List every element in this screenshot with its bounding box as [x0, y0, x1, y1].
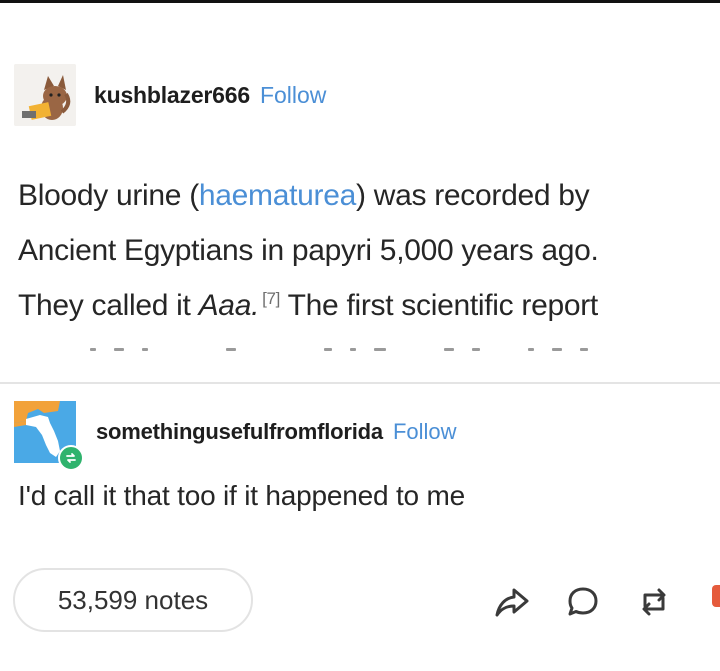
post-body: Bloody urine (haematurea) was recorded b…	[18, 168, 708, 333]
post-line-1: Bloody urine (haematurea) was recorded b…	[18, 179, 590, 212]
citation-link[interactable]: [7]	[262, 289, 280, 308]
reply-header: somethingusefulfromflorida Follow	[14, 400, 457, 471]
truncated-text-line	[18, 348, 708, 356]
reblog-badge-icon	[58, 445, 84, 471]
top-border	[0, 0, 720, 3]
post-header: kushblazer666 Follow	[14, 64, 326, 126]
post-actions	[490, 580, 703, 624]
post-username[interactable]: kushblazer666	[94, 82, 250, 109]
follow-button[interactable]: Follow	[260, 82, 326, 109]
notes-count-button[interactable]: 53,599 notes	[13, 568, 253, 632]
haematurea-link[interactable]: haematurea	[199, 179, 356, 212]
share-icon[interactable]	[490, 580, 534, 624]
follow-button-reply[interactable]: Follow	[393, 419, 457, 445]
florida-map-avatar-icon[interactable]	[14, 401, 84, 471]
cat-avatar-icon[interactable]	[14, 64, 76, 126]
post-line-2: Ancient Egyptians in papyri 5,000 years …	[18, 234, 599, 267]
reply-text: I'd call it that too if it happened to m…	[18, 480, 465, 511]
like-icon[interactable]	[712, 585, 720, 607]
reply-username[interactable]: somethingusefulfromflorida	[96, 419, 383, 445]
reblog-icon[interactable]	[632, 580, 676, 624]
post-line-3: They called it Aaa. [7] The first scienti…	[18, 289, 598, 322]
italic-term: Aaa.	[198, 289, 260, 322]
post-divider	[0, 382, 720, 384]
comment-icon[interactable]	[561, 580, 605, 624]
